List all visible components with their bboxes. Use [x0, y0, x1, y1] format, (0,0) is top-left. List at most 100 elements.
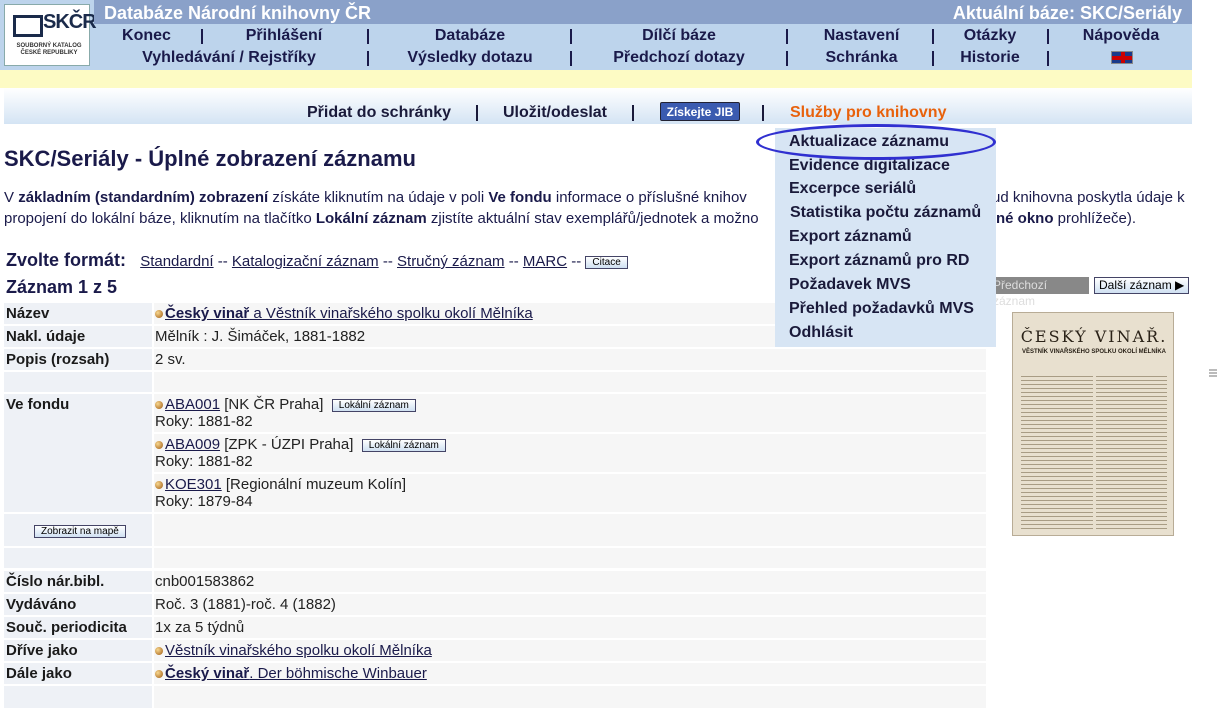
scrollbar[interactable] — [1205, 0, 1225, 708]
local-record-button[interactable]: Lokální záznam — [361, 438, 446, 452]
empty-cell — [154, 514, 986, 546]
holding-code-link[interactable]: KOE301 — [165, 476, 222, 493]
save-send-link[interactable]: Uložit/odeslat — [503, 104, 607, 122]
menu-nastaveni[interactable]: Nastavení — [789, 25, 934, 47]
database-title: Databáze Národní knihovny ČR — [104, 3, 372, 23]
field-value: 1x za 5 týdnů — [154, 617, 986, 638]
menu-divider — [786, 29, 788, 44]
holding-code-link[interactable]: ABA009 — [165, 436, 220, 453]
format-label: Zvolte formát: — [6, 250, 127, 270]
bullet-icon — [155, 647, 163, 656]
holding-name: [NK ČR Praha] — [220, 396, 324, 413]
format-brief-link[interactable]: Stručný záznam — [397, 253, 505, 270]
toolbar-divider — [762, 105, 764, 121]
format-separator: -- — [382, 253, 393, 270]
intro-line-2: propojení do lokální báze, kliknutím na … — [4, 210, 759, 227]
field-label: Název — [4, 303, 152, 324]
main-menu: Konec Přihlášení Databáze Dílčí báze Nas… — [94, 25, 1192, 47]
field-label: Ve fondu — [4, 394, 152, 512]
field-label: Číslo nár.bibl. — [4, 571, 152, 592]
menu-historie[interactable]: Historie — [935, 47, 1045, 69]
intro-line-1-end: ud knihovna poskytla údaje k — [992, 189, 1185, 206]
citation-button[interactable]: Citace — [585, 255, 628, 269]
menu-otazky[interactable]: Otázky — [935, 25, 1045, 47]
holding-years: Roky: 1881-82 — [155, 413, 253, 430]
show-on-map-button[interactable]: Zobrazit na mapě — [34, 524, 126, 538]
later-title-link-rest[interactable]: . Der böhmische Winbauer — [249, 665, 427, 682]
add-to-basket-link[interactable]: Přidat do schránky — [307, 104, 451, 122]
holding-item: KOE301 [Regionální muzeum Kolín] Roky: 1… — [154, 474, 986, 512]
holding-name: [Regionální muzeum Kolín] — [221, 476, 406, 493]
next-record-label: Další záznam — [1099, 278, 1172, 292]
cover-thumbnail[interactable]: ČESKÝ VINAŘ. VĚSTNÍK VINAŘSKÉHO SPOLKU O… — [1012, 312, 1174, 536]
menu-item-export-rd[interactable]: Export záznamů pro RD — [789, 252, 969, 270]
menu-prihlaseni[interactable]: Přihlášení — [204, 25, 364, 47]
menu-divider — [932, 51, 934, 66]
field-label: Dále jako — [4, 663, 152, 684]
field-value: Roč. 3 (1881)-roč. 4 (1882) — [154, 594, 986, 615]
field-value: Věstník vinařského spolku okolí Mělníka — [154, 640, 986, 661]
current-base: Aktuální báze: SKC/Seriály — [952, 3, 1182, 23]
field-label: Popis (rozsah) — [4, 349, 152, 370]
english-flag-icon[interactable] — [1111, 51, 1133, 64]
menu-schranka[interactable]: Schránka — [789, 47, 934, 69]
bullet-icon — [155, 310, 163, 319]
later-title-link[interactable]: Český vinař — [165, 665, 249, 682]
empty-cell — [4, 686, 152, 708]
field-value: Český vinař. Der böhmische Winbauer — [154, 663, 986, 684]
previous-title-link[interactable]: Věstník vinařského spolku okolí Mělníka — [165, 642, 432, 659]
thumbnail-subtitle: VĚSTNÍK VINAŘSKÉHO SPOLKU OKOLÍ MĚLNÍKA — [1021, 349, 1166, 355]
format-separator: -- — [217, 253, 228, 270]
title-link-rest[interactable]: a Věstník vinařského spolku okolí Mělník… — [249, 305, 532, 322]
intro-line-1: V základním (standardním) zobrazení získ… — [4, 189, 747, 206]
thumbnail-title: ČESKÝ VINAŘ. — [1020, 327, 1168, 346]
menu-vysledky[interactable]: Výsledky dotazu — [370, 47, 570, 69]
menu-divider — [570, 51, 572, 66]
empty-cell — [4, 372, 152, 392]
holding-item: ABA001 [NK ČR Praha] Lokální záznam Roky… — [154, 394, 986, 432]
menu-divider — [1047, 51, 1049, 66]
format-standard-link[interactable]: Standardní — [140, 253, 213, 270]
menu-item-pozadavek[interactable]: Požadavek MVS — [789, 276, 911, 294]
menu-item-export[interactable]: Export záznamů — [789, 228, 912, 246]
menu-napoveda[interactable]: Nápověda — [1050, 25, 1192, 47]
menu-item-statistika[interactable]: Statistika počtu záznamů — [790, 204, 981, 222]
holding-code-link[interactable]: ABA001 — [165, 396, 220, 413]
bullet-icon — [155, 441, 163, 450]
format-separator: -- — [508, 253, 519, 270]
toolbar-divider — [476, 105, 478, 121]
library-services-menu[interactable]: Služby pro knihovny — [790, 104, 946, 122]
bullet-icon — [155, 670, 163, 679]
logo-subtitle: SOUBORNÝ KATALOG ČESKÉ REPUBLIKY — [16, 43, 82, 56]
logo-frame-icon — [13, 15, 43, 37]
field-label: Dříve jako — [4, 640, 152, 661]
menu-item-excerpce[interactable]: Excerpce seriálů — [789, 180, 916, 198]
scroll-grip-icon — [1209, 369, 1217, 377]
empty-cell — [154, 372, 986, 392]
toolbar-divider — [632, 105, 634, 121]
menu-konec[interactable]: Konec — [94, 25, 199, 47]
menu-databaze[interactable]: Databáze — [370, 25, 570, 47]
page: SKČR SOUBORNÝ KATALOG ČESKÉ REPUBLIKY Da… — [0, 0, 1225, 708]
empty-cell — [154, 548, 986, 568]
menu-divider — [367, 51, 369, 66]
logo-text: SKČR — [43, 11, 97, 33]
menu-predchozi-dotazy[interactable]: Předchozí dotazy — [573, 47, 785, 69]
menu-dilci-baze[interactable]: Dílčí báze — [573, 25, 785, 47]
format-marc-link[interactable]: MARC — [523, 253, 567, 270]
secondary-menu: Vyhledávání / Rejstříky Výsledky dotazu … — [94, 47, 1192, 69]
menu-item-odhlasit[interactable]: Odhlásit — [789, 324, 853, 342]
format-catalog-link[interactable]: Katalogizační záznam — [232, 253, 379, 270]
record-toolbar: Přidat do schránky Uložit/odeslat Získej… — [4, 88, 1192, 124]
previous-record-button[interactable]: Předchozí záznam — [985, 277, 1089, 308]
title-link[interactable]: Český vinař — [165, 305, 249, 322]
next-record-button[interactable]: Další záznam ▶ — [1094, 277, 1189, 294]
thumbnail-text-columns — [1021, 373, 1167, 529]
menu-item-prehled[interactable]: Přehled požadavků MVS — [789, 300, 974, 318]
field-label: Vydáváno — [4, 594, 152, 615]
menu-vyhledavani[interactable]: Vyhledávání / Rejstříky — [94, 47, 364, 69]
jib-button[interactable]: Získejte JIB — [660, 102, 740, 121]
skcr-logo[interactable]: SKČR SOUBORNÝ KATALOG ČESKÉ REPUBLIKY — [4, 4, 97, 66]
local-record-button[interactable]: Lokální záznam — [331, 398, 416, 412]
holding-years: Roky: 1879-84 — [155, 493, 253, 510]
